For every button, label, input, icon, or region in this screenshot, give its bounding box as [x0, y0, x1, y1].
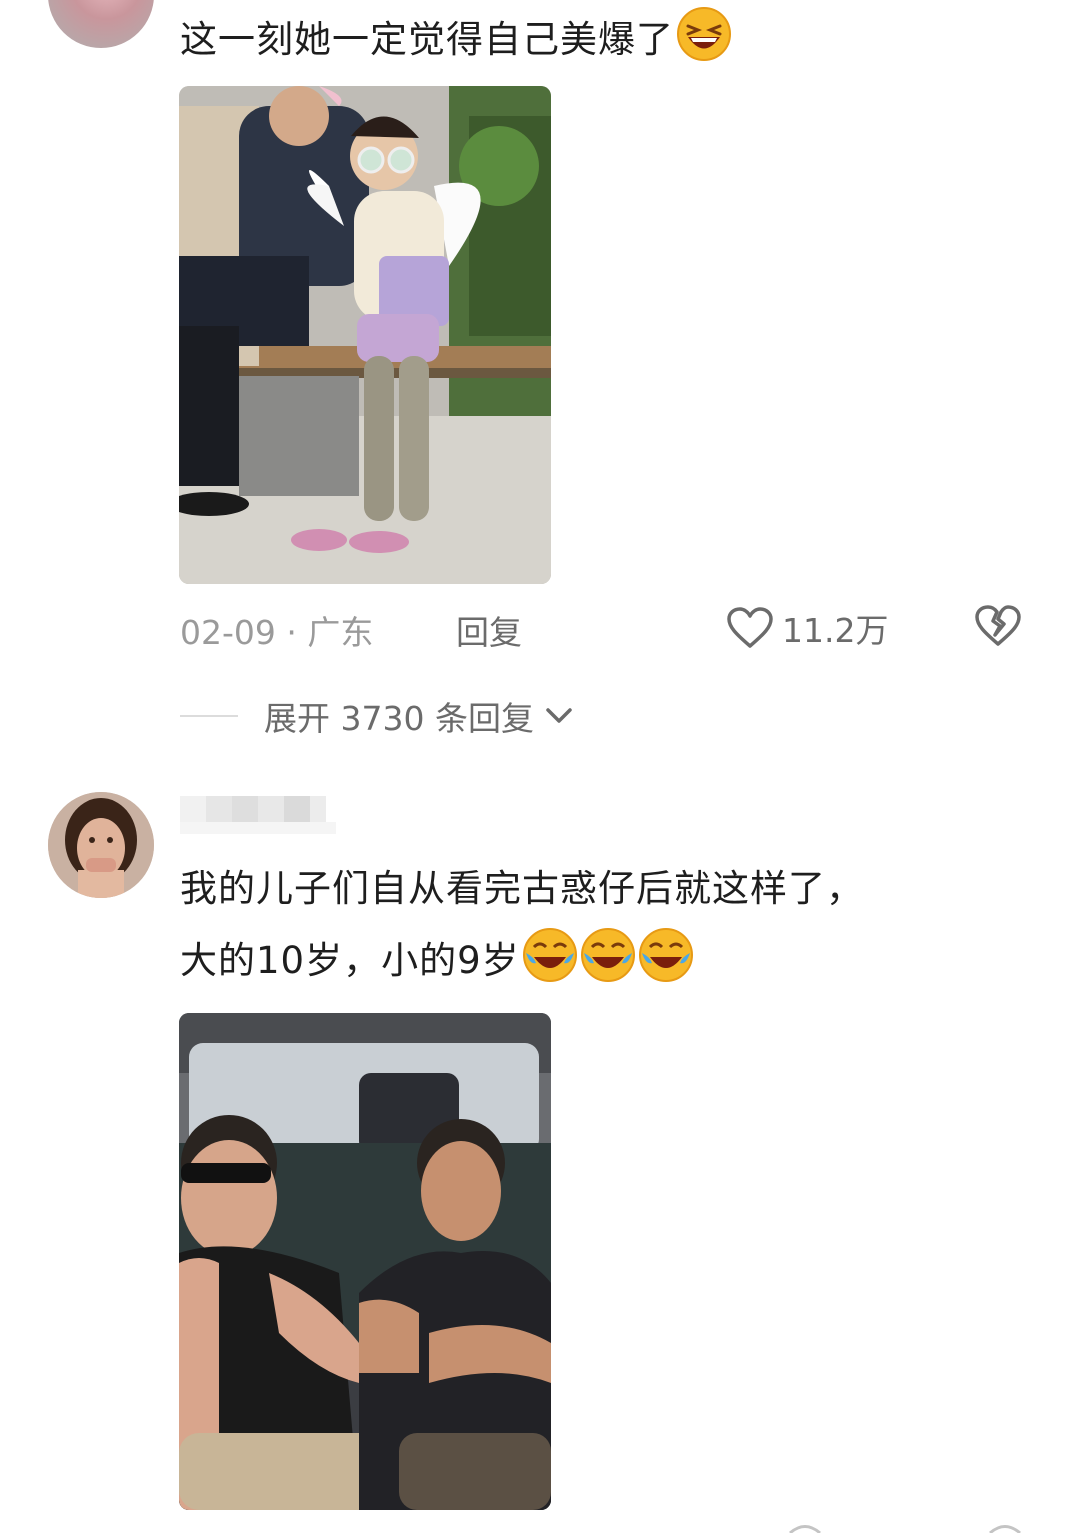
- broken-heart-icon[interactable]: [974, 602, 1022, 650]
- heart-icon: [727, 607, 773, 648]
- comment-body: 这一刻她一定觉得自己美爆了: [180, 18, 674, 61]
- comment-date-location: 02-09 · 广东: [180, 613, 374, 652]
- username-blurred[interactable]: [176, 790, 336, 838]
- comment-date: 02-09: [180, 613, 276, 652]
- commenter-avatar[interactable]: [48, 792, 154, 898]
- comment-location: 广东: [307, 613, 374, 652]
- comment-text: 这一刻她一定觉得自己美爆了: [180, 4, 732, 76]
- photo-illustration: [179, 86, 551, 584]
- expand-replies-label: 展开 3730 条回复: [264, 699, 534, 738]
- grinning-squint-emoji-icon: [677, 7, 731, 61]
- next-row-icons-peek: [789, 1525, 1021, 1533]
- like-button[interactable]: 11.2万: [726, 600, 888, 656]
- comment-image-girl-angel-wings[interactable]: [179, 86, 551, 584]
- comment-line-2-text: 大的10岁，小的9岁: [180, 939, 520, 982]
- photo-illustration: [179, 1013, 551, 1510]
- tears-of-joy-emoji-icon: [638, 928, 693, 982]
- chevron-down-icon: [546, 708, 572, 723]
- comment-line-2: 大的10岁，小的9岁: [180, 925, 864, 997]
- divider-line: [180, 715, 238, 717]
- avatar-portrait: [48, 792, 154, 898]
- tears-of-joy-emoji-icon: [580, 928, 635, 982]
- expand-replies-button[interactable]: 展开 3730 条回复: [180, 692, 576, 740]
- commenter-avatar[interactable]: [48, 0, 154, 48]
- like-count: 11.2万: [782, 611, 889, 650]
- comment-text: 我的儿子们自从看完古惑仔后就这样了， 大的10岁，小的9岁: [180, 853, 864, 997]
- reply-button[interactable]: 回复: [456, 606, 522, 654]
- comment-meta-row: 02-09 · 广东 回复 11.2万: [180, 600, 1040, 656]
- comment-line-1: 我的儿子们自从看完古惑仔后就这样了，: [180, 867, 864, 910]
- tears-of-joy-emoji-icon: [522, 928, 577, 982]
- comment-image-two-boys-car[interactable]: [179, 1013, 551, 1510]
